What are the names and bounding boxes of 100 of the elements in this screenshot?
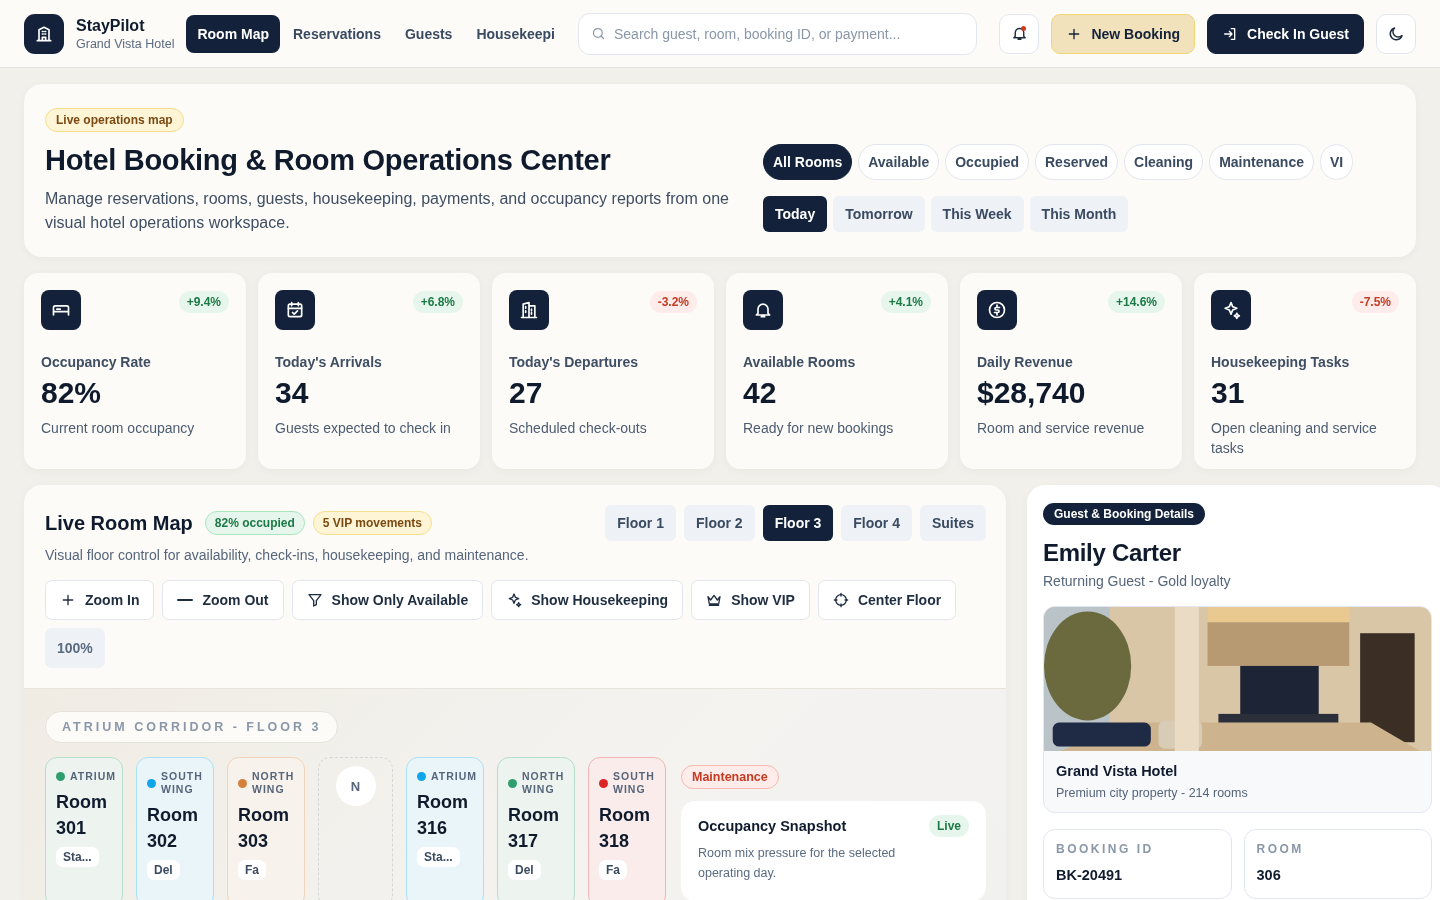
notification-button[interactable]	[999, 13, 1040, 54]
crown-icon	[706, 592, 723, 608]
live-badge: Live operations map	[45, 108, 184, 132]
nav-tab[interactable]: Room Map	[186, 14, 280, 53]
stat-label: Today's Departures	[509, 354, 640, 370]
sparkle-icon	[1221, 300, 1241, 320]
room-card[interactable]: SOUTH WING Room 302 Del	[136, 757, 214, 900]
stat-value: $28,740	[977, 376, 1087, 410]
period-tab[interactable]: This Week	[930, 196, 1024, 232]
nav-tab[interactable]: Reservations	[282, 14, 392, 53]
dollar-icon	[987, 300, 1007, 320]
hotel-name: Grand Vista Hotel	[76, 36, 175, 51]
room-filter-chip[interactable]: VI	[1320, 144, 1354, 180]
hotel-description: Premium city property - 214 rooms	[1056, 786, 1249, 800]
panel-badge: Guest & Booking Details	[1043, 503, 1206, 525]
wing-label: NORTH WING	[252, 770, 296, 796]
guest-name: Emily Carter	[1043, 539, 1182, 567]
search-icon	[591, 25, 606, 41]
stat-label: Available Rooms	[743, 354, 857, 370]
room-card[interactable]: ATRIUM Room 301 Sta...	[45, 757, 123, 900]
room-note: Sta...	[56, 847, 99, 867]
map-tool-button[interactable]: Show Only Available	[291, 580, 484, 620]
floor-tab[interactable]: Floor 3	[762, 505, 834, 541]
nav-tab[interactable]: Guests	[393, 14, 464, 53]
wing-label: SOUTH WING	[613, 770, 656, 796]
stat-label: Today's Arrivals	[275, 354, 383, 370]
stat-value: 82%	[41, 376, 103, 410]
wing-label: ATRIUM	[431, 770, 478, 783]
period-tab[interactable]: Today	[763, 196, 828, 232]
room-note: Del	[508, 860, 541, 880]
occupancy-badge: 82% occupied	[204, 511, 305, 535]
period-tab[interactable]: Tomorrow	[833, 196, 925, 232]
search-field[interactable]: Search guest, room, booking ID, or payment...	[578, 12, 978, 55]
stat-label: Daily Revenue	[977, 354, 1074, 370]
period-tab[interactable]: This Month	[1029, 196, 1129, 232]
trend-badge: +4.1%	[880, 291, 931, 313]
bell-icon	[1010, 25, 1028, 42]
stat-caption: Ready for new bookings	[743, 419, 895, 438]
vip-badge: 5 VIP movements	[312, 511, 432, 535]
room-note: Sta...	[417, 847, 460, 867]
live-badge: Live	[929, 815, 969, 837]
minus-icon	[177, 598, 194, 602]
map-tool-button[interactable]: Center Floor	[817, 580, 957, 620]
map-tool-button[interactable]: Show Housekeeping	[491, 580, 684, 620]
room-filter-chip[interactable]: Occupied	[945, 144, 1029, 180]
trend-badge: +9.4%	[178, 291, 229, 313]
crosshair-icon	[832, 592, 849, 608]
floor-tab[interactable]: Suites	[920, 505, 986, 541]
trend-badge: +14.6%	[1107, 291, 1165, 313]
filter-icon	[306, 592, 323, 608]
stat-caption: Room and service revenue	[977, 419, 1146, 438]
wing-label: NORTH WING	[522, 770, 566, 796]
sparkle-icon	[506, 592, 523, 608]
room-filter-chip[interactable]: Maintenance	[1209, 144, 1314, 180]
wing-label: ATRIUM	[70, 770, 117, 783]
snapshot-title: Occupancy Snapshot	[698, 818, 847, 834]
room-number: Room 316	[417, 791, 469, 840]
map-tool-button[interactable]: Zoom In	[45, 580, 155, 620]
room-card[interactable]: NORTH WING Room 303 Fa	[227, 757, 305, 900]
calendar-icon	[285, 300, 305, 320]
room-number: Room 302	[147, 804, 199, 853]
room-filter-chip[interactable]: All Rooms	[763, 144, 853, 180]
room-initial: N	[335, 766, 376, 806]
floor-tab[interactable]: Floor 1	[605, 505, 676, 541]
nav-tab[interactable]: Housekeepi	[465, 14, 566, 53]
corridor-label: ATRIUM CORRIDOR - FLOOR 3	[45, 711, 339, 743]
section-title: Live Room Map	[45, 511, 193, 535]
trend-badge: +6.8%	[412, 291, 463, 313]
stat-caption: Scheduled check-outs	[509, 419, 648, 438]
room-card[interactable]: NORTH WING Room 317 Del	[497, 757, 575, 900]
hotel-name: Grand Vista Hotel	[1056, 763, 1179, 779]
detail-label: ROOM	[1256, 842, 1305, 856]
check-in-button[interactable]: Check In Guest	[1207, 13, 1364, 54]
building-icon	[519, 300, 539, 320]
stat-value: 34	[275, 376, 310, 410]
stat-value: 27	[509, 376, 544, 410]
bell-icon	[753, 300, 773, 320]
theme-toggle-button[interactable]	[1376, 13, 1416, 54]
map-tool-button[interactable]: Show VIP	[691, 580, 810, 620]
room-note: Fa	[238, 860, 266, 880]
room-filter-chip[interactable]: Reserved	[1035, 144, 1119, 180]
detail-value: BK-20491	[1056, 867, 1124, 883]
app-name: StayPilot	[76, 16, 146, 35]
stat-label: Occupancy Rate	[41, 354, 152, 370]
room-number: Room 317	[508, 804, 560, 853]
detail-value: 306	[1256, 867, 1282, 883]
floor-tab[interactable]: Floor 4	[841, 505, 912, 541]
new-booking-button[interactable]: New Booking	[1051, 13, 1196, 54]
stat-value: 31	[1211, 376, 1246, 410]
room-filter-chip[interactable]: Cleaning	[1124, 144, 1204, 180]
trend-badge: -3.2%	[649, 291, 697, 313]
detail-label: BOOKING ID	[1056, 842, 1155, 856]
floor-tab[interactable]: Floor 2	[683, 505, 755, 541]
section-description: Visual floor control for availability, check-ins, housekeeping, and maintenance.	[45, 547, 530, 563]
room-number: Room 301	[56, 791, 108, 840]
map-tool-button[interactable]: Zoom Out	[162, 580, 284, 620]
snapshot-description: Room mix pressure for the selected operating day.	[698, 845, 897, 882]
room-card[interactable]: ATRIUM Room 316 Sta...	[406, 757, 484, 900]
room-card[interactable]: SOUTH WING Room 318 Fa	[588, 757, 666, 900]
room-filter-chip[interactable]: Available	[858, 144, 940, 180]
